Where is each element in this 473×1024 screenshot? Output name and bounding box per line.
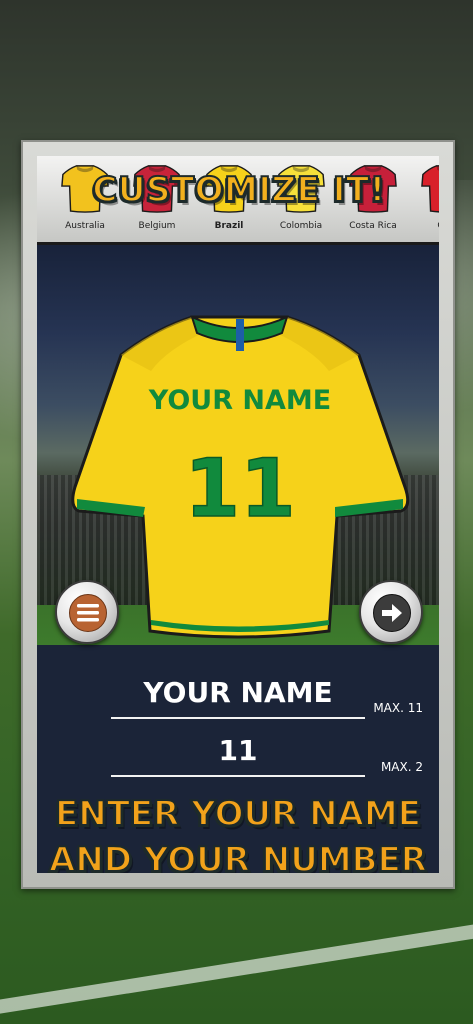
next-button[interactable] <box>359 580 423 644</box>
jersey-preview: YOUR NAME 11 <box>67 311 412 646</box>
instruction-line-1: ENTER YOUR NAME <box>54 793 422 835</box>
customize-screen: Australia Belgium Brazil Colombia Costa Rica… <box>37 156 439 873</box>
name-input[interactable]: YOUR NAME <box>111 676 365 719</box>
jersey-collar-stripe <box>236 319 244 351</box>
team-selector-strip[interactable]: Australia Belgium Brazil Colombia Costa Rica… <box>37 156 439 245</box>
instruction-line-2: AND YOUR NUMBER <box>48 839 428 873</box>
number-input[interactable]: 11 <box>111 734 365 777</box>
team-label[interactable]: Cro <box>405 221 439 231</box>
team-shirt-icon[interactable] <box>420 162 439 214</box>
field-line <box>0 916 473 1018</box>
number-max-label: MAX. 2 <box>380 760 423 774</box>
team-label[interactable]: Brazil <box>189 221 269 231</box>
jersey-icon: YOUR NAME 11 <box>71 315 410 639</box>
jersey-number-text: 11 <box>184 442 295 535</box>
page-title: CUSTOMIZE IT! <box>91 169 386 211</box>
team-label[interactable]: Australia <box>45 221 125 231</box>
jersey-name-text: YOUR NAME <box>148 385 331 416</box>
team-label[interactable]: Costa Rica <box>333 221 413 231</box>
team-label[interactable]: Colombia <box>261 221 341 231</box>
menu-icon <box>77 604 99 622</box>
arrow-right-icon <box>382 604 402 622</box>
instruction-caption: ENTER YOUR NAME AND YOUR NUMBER <box>37 791 439 873</box>
team-label[interactable]: Belgium <box>117 221 197 231</box>
name-max-label: MAX. 11 <box>373 701 423 715</box>
customize-panel: Australia Belgium Brazil Colombia Costa Rica… <box>21 140 455 889</box>
menu-button[interactable] <box>55 580 119 644</box>
